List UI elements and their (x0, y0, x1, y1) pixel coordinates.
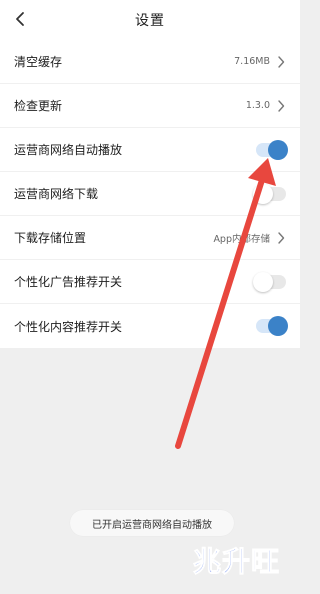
toggle-knob (253, 183, 273, 204)
setting-label: 个性化广告推荐开关 (14, 275, 123, 289)
settings-list: 清空缓存 7.16MB 检查更新 1.3.0 运营商网络自动播放 运营商网络下载… (0, 40, 300, 348)
watermark-logo: 兆升旺 (192, 545, 280, 579)
personalized-content-toggle[interactable] (256, 316, 288, 336)
toggle-knob (253, 271, 273, 292)
settings-screen: 设置 清空缓存 7.16MB 检查更新 1.3.0 运营商网络自动播放 运营商网… (0, 0, 300, 594)
cache-size: 7.16MB (234, 56, 270, 67)
setting-label: 运营商网络自动播放 (14, 143, 123, 157)
header: 设置 (0, 0, 300, 40)
setting-check-update[interactable]: 检查更新 1.3.0 (0, 84, 300, 128)
setting-personalized-ads: 个性化广告推荐开关 (0, 260, 300, 304)
cellular-download-toggle[interactable] (253, 183, 286, 204)
setting-cellular-autoplay: 运营商网络自动播放 (0, 128, 300, 172)
setting-label: 下载存储位置 (14, 231, 87, 245)
setting-download-location[interactable]: 下载存储位置 App内部存储 (0, 216, 300, 260)
setting-label: 检查更新 (14, 99, 63, 113)
page-title: 设置 (135, 13, 165, 29)
chevron-right-icon (276, 99, 286, 113)
version-number: 1.3.0 (245, 100, 270, 111)
setting-personalized-content: 个性化内容推荐开关 (0, 304, 300, 348)
toggle-knob (268, 316, 288, 336)
setting-cellular-download: 运营商网络下载 (0, 172, 300, 216)
chevron-right-icon (276, 231, 286, 245)
storage-location: App内部存储 (213, 233, 270, 245)
toggle-knob (268, 139, 288, 160)
cellular-autoplay-toggle[interactable] (256, 139, 288, 160)
personalized-ads-toggle[interactable] (253, 271, 286, 292)
toast-message: 已开启运营商网络自动播放 (70, 510, 234, 536)
setting-label: 个性化内容推荐开关 (14, 319, 123, 334)
chevron-right-icon (276, 55, 286, 69)
setting-clear-cache[interactable]: 清空缓存 7.16MB (0, 40, 300, 84)
setting-label: 运营商网络下载 (14, 187, 99, 201)
setting-label: 清空缓存 (14, 55, 63, 69)
